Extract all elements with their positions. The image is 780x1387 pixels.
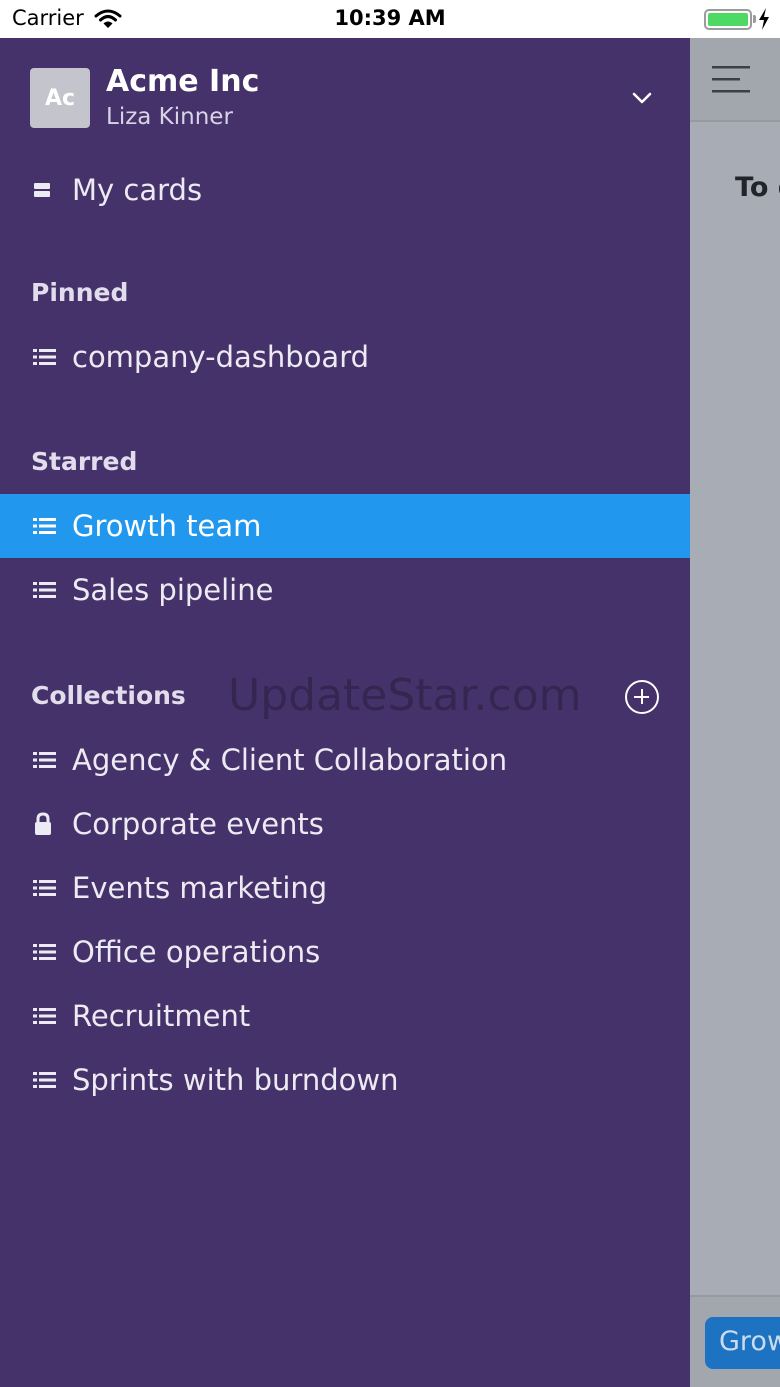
collection-item-label: Recruitment xyxy=(72,999,251,1033)
collection-item-sprints[interactable]: Sprints with burndown xyxy=(0,1048,690,1112)
collection-item-label: Office operations xyxy=(72,935,321,969)
starred-item-sales-pipeline[interactable]: Sales pipeline xyxy=(0,558,690,622)
starred-item-label: Growth team xyxy=(72,509,262,543)
collection-item-recruitment[interactable]: Recruitment xyxy=(0,984,690,1048)
my-cards-label: My cards xyxy=(72,173,203,207)
battery-nub xyxy=(753,15,756,23)
collection-item-agency[interactable]: Agency & Client Collaboration xyxy=(0,728,690,792)
background-footer: Grow xyxy=(690,1295,780,1387)
workspace-name[interactable]: Acme Inc xyxy=(106,64,259,99)
collection-item-events-marketing[interactable]: Events marketing xyxy=(0,856,690,920)
watermark: UpdateStar.com xyxy=(228,670,582,721)
collection-item-office-operations[interactable]: Office operations xyxy=(0,920,690,984)
add-collection-button[interactable] xyxy=(625,680,659,714)
growth-team-button[interactable]: Grow xyxy=(705,1317,780,1369)
battery-icon xyxy=(704,9,752,30)
clock: 10:39 AM xyxy=(334,6,446,30)
status-bar: Carrier 10:39 AM xyxy=(0,0,780,38)
background-heading: To d xyxy=(735,172,780,203)
menu-icon[interactable] xyxy=(712,66,750,98)
starred-item-label: Sales pipeline xyxy=(72,573,274,607)
chevron-down-icon[interactable] xyxy=(628,88,656,112)
collection-item-label: Agency & Client Collaboration xyxy=(72,743,508,777)
list-icon xyxy=(0,878,72,898)
section-pinned: Pinned xyxy=(31,278,129,307)
workspace-user: Liza Kinner xyxy=(106,104,233,130)
background-header xyxy=(690,38,780,122)
my-cards-item[interactable]: My cards xyxy=(0,158,690,222)
list-icon xyxy=(0,516,72,536)
section-collections: Collections xyxy=(31,681,186,710)
collection-item-corporate-events[interactable]: Corporate events xyxy=(0,792,690,856)
starred-item-growth-team[interactable]: Growth team xyxy=(0,494,690,558)
side-drawer: Ac Acme Inc Liza Kinner My cards Pinned … xyxy=(0,38,690,1387)
list-icon xyxy=(0,580,72,600)
collection-item-label: Sprints with burndown xyxy=(72,1063,399,1097)
list-icon xyxy=(0,942,72,962)
list-icon xyxy=(0,1070,72,1090)
list-icon xyxy=(0,1006,72,1026)
workspace-avatar[interactable]: Ac xyxy=(30,68,90,128)
collection-item-label: Events marketing xyxy=(72,871,328,905)
pinned-item-company-dashboard[interactable]: company-dashboard xyxy=(0,325,690,389)
section-starred: Starred xyxy=(31,447,138,476)
pinned-item-label: company-dashboard xyxy=(72,340,370,374)
list-icon xyxy=(0,347,72,367)
background-panel[interactable]: To d Grow xyxy=(690,38,780,1387)
lock-icon xyxy=(0,812,72,836)
charging-icon xyxy=(758,8,770,34)
collection-item-label: Corporate events xyxy=(72,807,324,841)
cards-icon xyxy=(0,180,72,200)
list-icon xyxy=(0,750,72,770)
